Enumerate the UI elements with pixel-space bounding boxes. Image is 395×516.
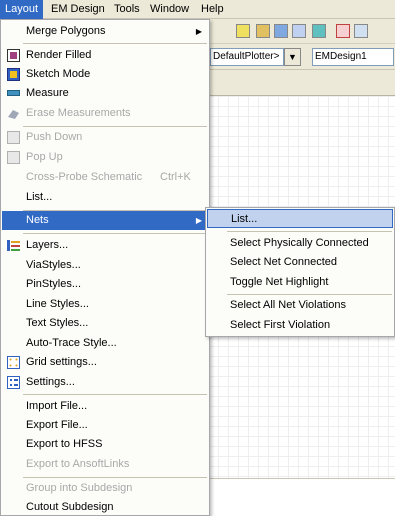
layout-menu: Merge Polygons ▶ Render Filled Sketch Mo…: [0, 19, 210, 516]
menu-item-cross-probe-schematic[interactable]: Cross-Probe Schematic Ctrl+K: [2, 168, 208, 187]
render-filled-icon: [7, 49, 20, 62]
menu-separator: [227, 231, 392, 232]
menu-separator: [23, 126, 207, 127]
eraser-icon: [7, 107, 20, 120]
grid-icon: [7, 356, 20, 369]
menu-item-export-ansoftlinks[interactable]: Export to AnsoftLinks: [2, 455, 208, 474]
menu-tools[interactable]: Tools: [109, 0, 145, 19]
menu-item-export-hfss[interactable]: Export to HFSS: [2, 435, 208, 454]
submenu-arrow-icon: ▶: [195, 27, 202, 36]
menu-item-import-file[interactable]: Import File...: [2, 397, 208, 416]
nets-submenu-select-first-violation[interactable]: Select First Violation: [207, 316, 393, 335]
menu-item-group-into-subdesign[interactable]: Group into Subdesign: [2, 479, 208, 498]
push-down-icon: [7, 131, 20, 144]
toolbar-icon-4[interactable]: [292, 24, 306, 38]
plotter-dropdown-button[interactable]: ▼: [284, 48, 301, 66]
menu-item-merge-polygons[interactable]: Merge Polygons ▶: [2, 22, 208, 41]
menu-separator: [23, 394, 207, 395]
menu-separator: [23, 233, 207, 234]
nets-submenu: List... Select Physically Connected Sele…: [205, 207, 395, 337]
menu-item-nets[interactable]: Nets ▶: [2, 211, 208, 230]
menu-item-text-styles[interactable]: Text Styles...: [2, 314, 208, 333]
ruler-icon: [7, 90, 20, 96]
menu-item-render-filled[interactable]: Render Filled: [2, 46, 208, 65]
menu-item-line-styles[interactable]: Line Styles...: [2, 295, 208, 314]
menu-separator: [23, 43, 207, 44]
menu-item-sketch-mode[interactable]: Sketch Mode: [2, 65, 208, 84]
bottom-pane: [208, 478, 395, 516]
design-select[interactable]: EMDesign1: [312, 48, 394, 66]
toolbar-icon-5[interactable]: [312, 24, 326, 38]
nets-submenu-select-net-connected[interactable]: Select Net Connected: [207, 253, 393, 272]
menu-item-measure[interactable]: Measure: [2, 84, 208, 103]
menu-item-push-down[interactable]: Push Down: [2, 128, 208, 147]
nets-submenu-list[interactable]: List...: [207, 209, 393, 228]
menu-item-pop-up[interactable]: Pop Up: [2, 148, 208, 167]
settings-icon: [7, 376, 20, 389]
toolbar-icon-1[interactable]: [236, 24, 250, 38]
combo-bar: DefaultPlotter> ▼ EMDesign1: [208, 44, 395, 70]
toolbar: [208, 19, 395, 44]
menu-item-settings[interactable]: Settings...: [2, 373, 208, 392]
menu-item-auto-trace-style[interactable]: Auto-Trace Style...: [2, 334, 208, 353]
menu-separator: [23, 477, 207, 478]
menu-item-cutout-subdesign[interactable]: Cutout Subdesign: [2, 498, 208, 516]
toolbar-icon-6[interactable]: [336, 24, 350, 38]
pop-up-icon: [7, 151, 20, 164]
toolbar-icon-3[interactable]: [274, 24, 288, 38]
menu-help[interactable]: Help: [196, 0, 229, 19]
menu-layout[interactable]: Layout: [0, 0, 44, 19]
toolbar-icon-7[interactable]: [354, 24, 368, 38]
menu-item-pin-styles[interactable]: PinStyles...: [2, 275, 208, 294]
menu-item-export-file[interactable]: Export File...: [2, 416, 208, 435]
menu-item-via-styles[interactable]: ViaStyles...: [2, 256, 208, 275]
menu-item-layers[interactable]: Layers...: [2, 236, 208, 255]
plotter-select[interactable]: DefaultPlotter>: [210, 48, 284, 66]
nets-submenu-select-all-net-violations[interactable]: Select All Net Violations: [207, 296, 393, 315]
nets-submenu-select-physically-connected[interactable]: Select Physically Connected: [207, 234, 393, 253]
sketch-mode-icon: [7, 68, 20, 81]
menu-em-design[interactable]: EM Design: [46, 0, 110, 19]
menu-item-grid-settings[interactable]: Grid settings...: [2, 353, 208, 372]
menu-separator: [227, 294, 392, 295]
menu-item-erase-measurements[interactable]: Erase Measurements: [2, 104, 208, 123]
layers-icon: [7, 239, 20, 252]
menu-window[interactable]: Window: [145, 0, 194, 19]
menu-bar: Layout EM Design Tools Window Help: [0, 0, 395, 19]
menu-item-list[interactable]: List...: [2, 188, 208, 207]
pane-header: [208, 70, 395, 96]
submenu-arrow-icon: ▶: [195, 216, 202, 225]
nets-submenu-toggle-net-highlight[interactable]: Toggle Net Highlight: [207, 273, 393, 292]
toolbar-icon-2[interactable]: [256, 24, 270, 38]
